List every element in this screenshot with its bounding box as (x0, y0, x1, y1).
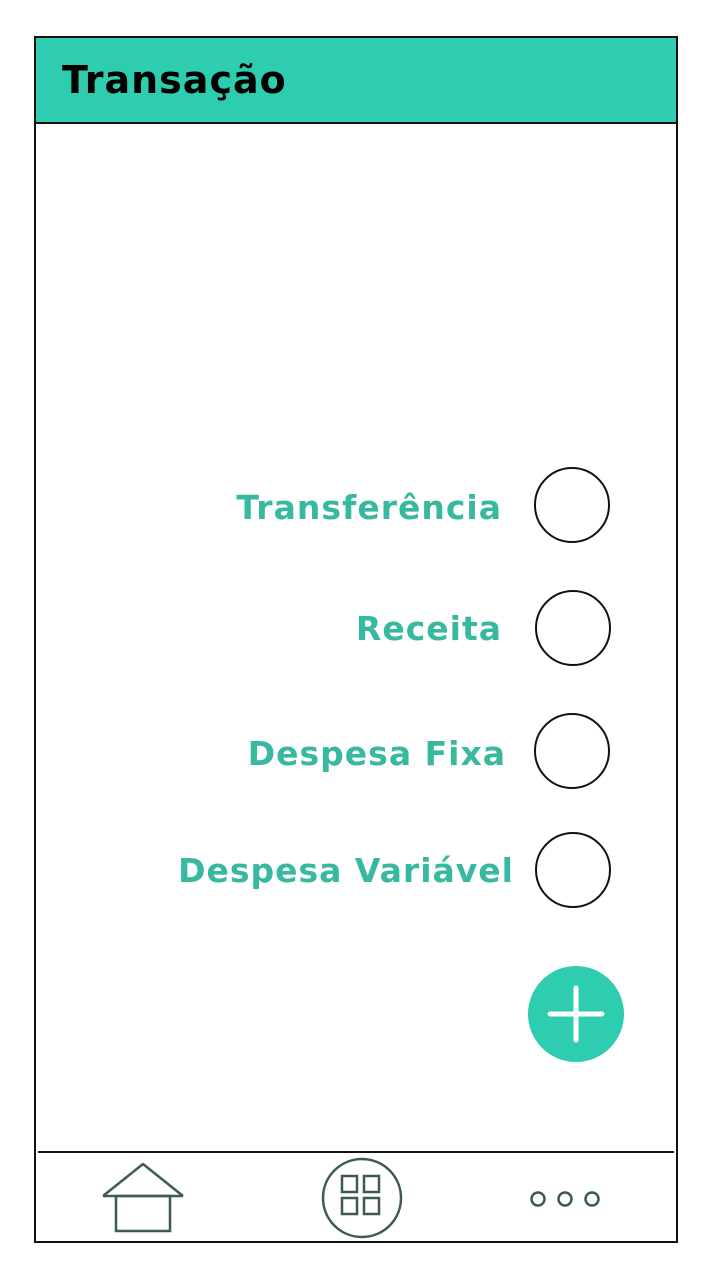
option-label: Receita (355, 609, 502, 648)
option-radio[interactable] (535, 590, 611, 666)
option-receita[interactable]: Receita (36, 589, 676, 669)
grid-icon (321, 1157, 403, 1239)
app-header: Transação (36, 38, 676, 124)
option-despesa-fixa[interactable]: Despesa Fixa (36, 712, 676, 792)
option-label: Transferência (236, 488, 502, 527)
nav-more-button[interactable] (526, 1184, 606, 1214)
bottom-nav-divider (38, 1151, 674, 1153)
nav-grid-button[interactable] (320, 1156, 404, 1240)
page-title: Transação (62, 58, 287, 102)
home-icon (102, 1162, 184, 1233)
option-radio[interactable] (535, 832, 611, 908)
option-radio[interactable] (534, 713, 610, 789)
phone-frame: Transação Transferência Receita Despesa … (34, 36, 678, 1243)
nav-home-button[interactable] (98, 1160, 188, 1236)
option-label: Despesa Fixa (247, 734, 506, 773)
option-transferencia[interactable]: Transferência (36, 466, 676, 546)
option-despesa-variavel[interactable]: Despesa Variável (36, 831, 676, 911)
option-radio[interactable] (534, 467, 610, 543)
more-dots-icon (530, 1191, 600, 1207)
plus-icon (547, 985, 605, 1043)
option-label: Despesa Variável (178, 851, 514, 890)
add-transaction-button[interactable] (528, 966, 624, 1062)
